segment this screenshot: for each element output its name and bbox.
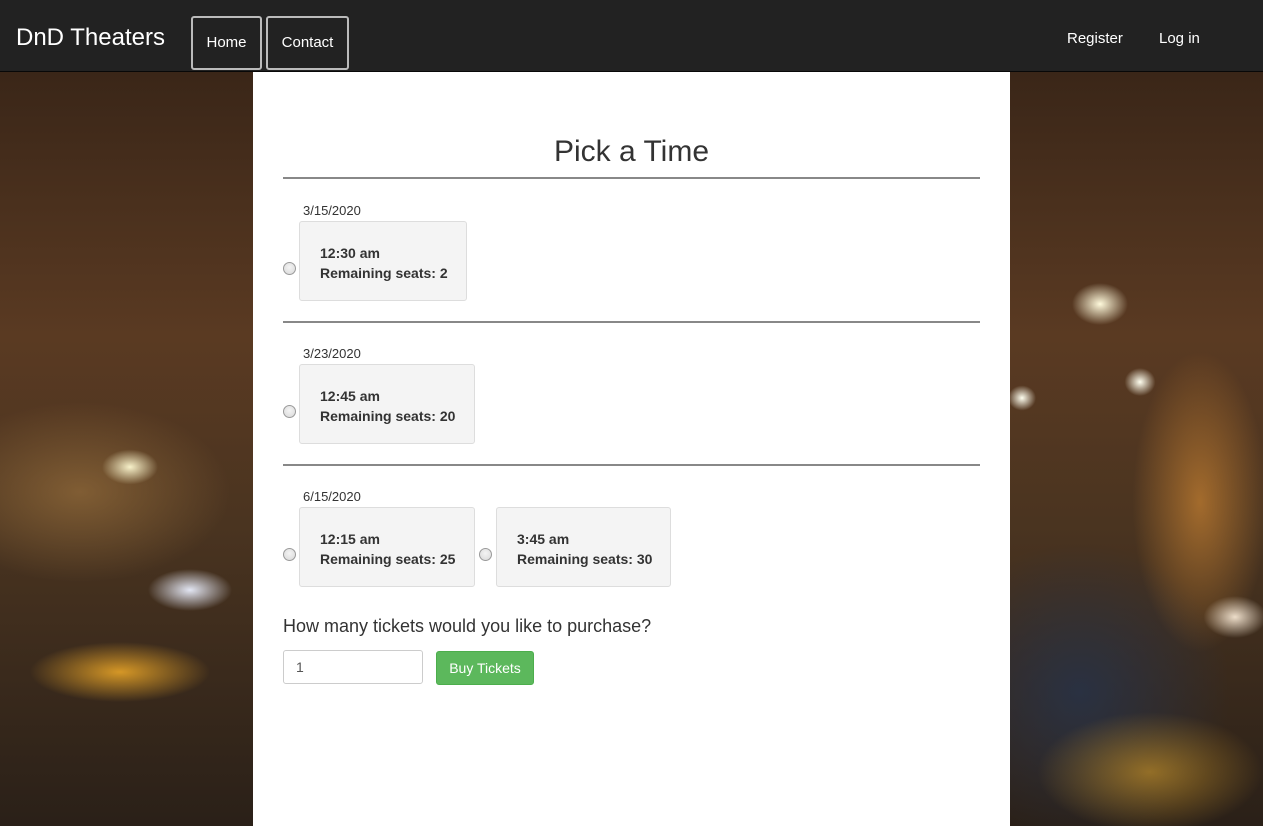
page-title: Pick a Time [553, 135, 710, 168]
nav-home-button[interactable]: Home [191, 16, 262, 70]
slot-time: 12:45 am [320, 388, 380, 404]
time-slot-card[interactable]: 12:45 am Remaining seats: 20 [299, 364, 475, 444]
showing-date: 3/23/2020 [303, 346, 361, 361]
navbar: DnD Theaters Home Contact Register Log i… [0, 0, 1263, 72]
divider [283, 321, 980, 323]
slot-time: 12:15 am [320, 531, 380, 547]
login-link[interactable]: Log in [1159, 30, 1200, 48]
brand-logo[interactable]: DnD Theaters [16, 24, 165, 52]
time-slot-card[interactable]: 12:15 am Remaining seats: 25 [299, 507, 475, 587]
time-radio[interactable] [479, 548, 492, 561]
time-slot-card[interactable]: 3:45 am Remaining seats: 30 [496, 507, 671, 587]
slot-seats: Remaining seats: 2 [320, 265, 448, 281]
slot-time: 12:30 am [320, 245, 380, 261]
ticket-quantity-input[interactable] [283, 650, 423, 684]
slot-seats: Remaining seats: 25 [320, 551, 456, 567]
showing-date: 6/15/2020 [303, 489, 361, 504]
time-slot-card[interactable]: 12:30 am Remaining seats: 2 [299, 221, 467, 301]
buy-tickets-button[interactable]: Buy Tickets [436, 651, 534, 685]
divider [283, 464, 980, 466]
main-panel: Pick a Time 3/15/2020 12:30 am Remaining… [253, 72, 1010, 826]
slot-seats: Remaining seats: 30 [517, 551, 653, 567]
time-radio[interactable] [283, 405, 296, 418]
time-radio[interactable] [283, 548, 296, 561]
time-radio[interactable] [283, 262, 296, 275]
ticket-quantity-question: How many tickets would you like to purch… [283, 616, 652, 636]
slot-seats: Remaining seats: 20 [320, 408, 456, 424]
slot-time: 3:45 am [517, 531, 570, 547]
divider [283, 177, 980, 179]
nav-contact-button[interactable]: Contact [266, 16, 349, 70]
showing-date: 3/15/2020 [303, 203, 361, 218]
register-link[interactable]: Register [1067, 30, 1123, 48]
